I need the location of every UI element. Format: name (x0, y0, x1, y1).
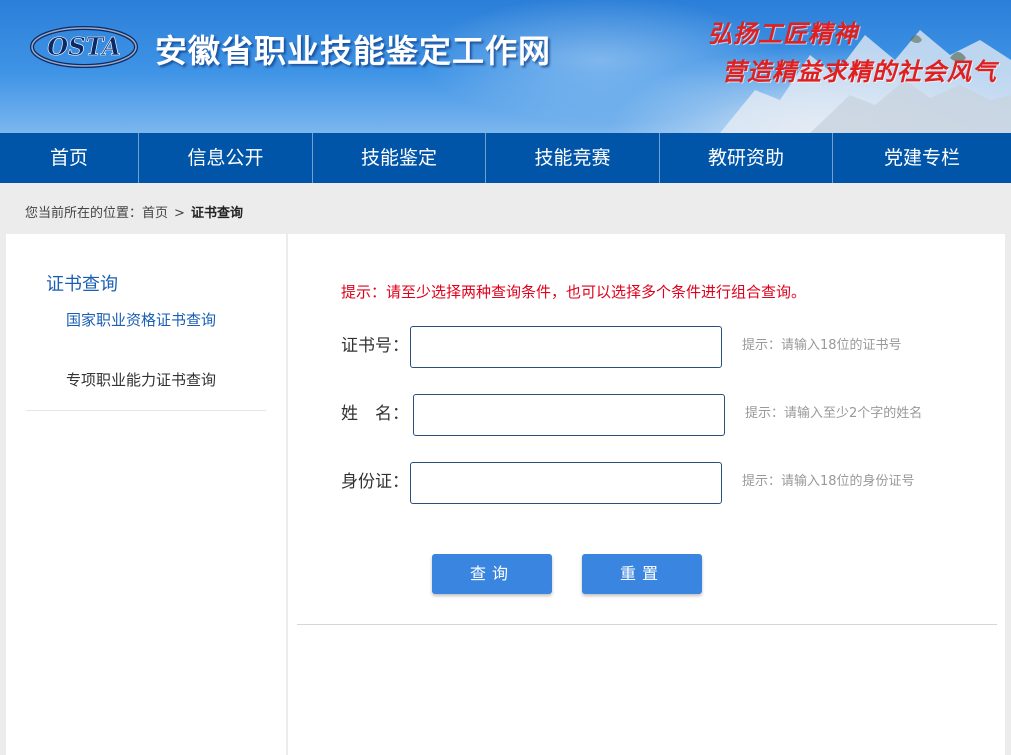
breadcrumb-current: 证书查询 (190, 206, 243, 221)
query-tip: 提示：请至少选择两种查询条件，也可以选择多个条件进行组合查询。 (341, 283, 807, 301)
sidebar: 证书查询 国家职业资格证书查询 专项职业能力证书查询 (6, 234, 286, 755)
slogan-line-2: 营造精益求精的社会风气 (722, 57, 997, 86)
cert-number-input[interactable] (410, 326, 722, 368)
site-title: 安徽省职业技能鉴定工作网 (155, 32, 552, 70)
breadcrumb-separator: > (174, 206, 185, 221)
site-banner: OSTA 安徽省职业技能鉴定工作网 弘扬工匠精神 营造精益求精的社会风气 (0, 0, 1011, 133)
id-card-input[interactable] (410, 462, 722, 504)
name-input[interactable] (413, 394, 725, 436)
id-card-label: 身份证： (341, 472, 409, 492)
id-card-hint: 提示：请输入18位的身份证号 (742, 474, 915, 489)
nav-item-competition[interactable]: 技能竞赛 (486, 133, 660, 183)
sidebar-item-special-cert[interactable]: 专项职业能力证书查询 (66, 370, 216, 391)
search-button[interactable]: 查询 (432, 554, 552, 594)
form-divider (297, 624, 997, 625)
nav-item-appraisal[interactable]: 技能鉴定 (313, 133, 486, 183)
nav-item-info[interactable]: 信息公开 (139, 133, 313, 183)
name-hint: 提示：请输入至少2个字的姓名 (745, 406, 923, 421)
nav-item-party[interactable]: 党建专栏 (833, 133, 1011, 183)
query-form-panel: 提示：请至少选择两种查询条件，也可以选择多个条件进行组合查询。 证书号： 提示：… (288, 234, 1005, 755)
logo-text: OSTA (47, 32, 120, 61)
main-nav: 首页 信息公开 技能鉴定 技能竞赛 教研资助 党建专栏 (0, 133, 1011, 183)
sidebar-title: 证书查询 (46, 274, 118, 295)
sidebar-item-national-cert[interactable]: 国家职业资格证书查询 (66, 310, 221, 331)
nav-item-research[interactable]: 教研资助 (660, 133, 833, 183)
breadcrumb-prefix: 您当前所在的位置： (25, 206, 143, 221)
cert-number-hint: 提示：请输入18位的证书号 (742, 338, 902, 353)
breadcrumb-home-link[interactable]: 首页 (142, 206, 168, 221)
name-label: 姓 名： (341, 404, 409, 424)
breadcrumb: 您当前所在的位置：首页 > 证书查询 (25, 202, 243, 221)
slogan-line-1: 弘扬工匠精神 (708, 19, 858, 48)
osta-logo: OSTA (30, 26, 138, 68)
nav-item-home[interactable]: 首页 (0, 133, 139, 183)
cert-number-label: 证书号： (341, 336, 409, 356)
reset-button[interactable]: 重置 (582, 554, 702, 594)
sidebar-divider (26, 410, 266, 411)
